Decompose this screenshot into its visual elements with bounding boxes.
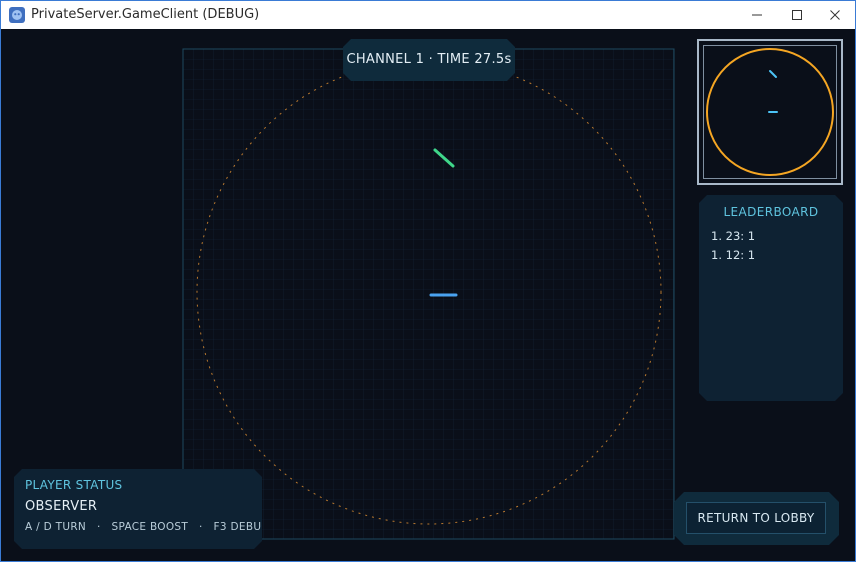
return-to-lobby-button[interactable]: RETURN TO LOBBY bbox=[686, 502, 826, 534]
game-viewport: CHANNEL 1 · TIME 27.5s LEADERBOARD 1. 23… bbox=[1, 29, 855, 561]
game-window: PrivateServer.GameClient (DEBUG) CHANNEL… bbox=[0, 0, 856, 562]
window-title: PrivateServer.GameClient (DEBUG) bbox=[31, 7, 260, 22]
minimap-marker-green bbox=[769, 70, 777, 78]
title-bar: PrivateServer.GameClient (DEBUG) bbox=[1, 1, 855, 29]
return-lobby-frame: RETURN TO LOBBY bbox=[674, 492, 839, 545]
app-icon bbox=[9, 7, 25, 23]
minimap bbox=[697, 39, 843, 185]
leaderboard-entry: 1. 12: 1 bbox=[711, 248, 756, 262]
leaderboard-panel: LEADERBOARD 1. 23: 1 1. 12: 1 bbox=[699, 195, 843, 401]
close-icon bbox=[829, 9, 841, 21]
leaderboard-entry: 1. 23: 1 bbox=[711, 229, 756, 243]
maximize-button[interactable] bbox=[777, 1, 817, 29]
minimize-button[interactable] bbox=[737, 1, 777, 29]
player-status-panel: PLAYER STATUS OBSERVER A / D TURN · SPAC… bbox=[14, 469, 262, 549]
channel-banner: CHANNEL 1 · TIME 27.5s bbox=[343, 39, 515, 81]
channel-time-label: CHANNEL 1 · TIME 27.5s bbox=[346, 52, 512, 67]
maximize-icon bbox=[791, 9, 803, 21]
minimap-canvas bbox=[706, 48, 834, 176]
leaderboard-title: LEADERBOARD bbox=[723, 205, 819, 219]
player-role: OBSERVER bbox=[25, 499, 98, 514]
controls-hint: A / D TURN · SPACE BOOST · F3 DEBUG bbox=[25, 521, 270, 533]
arena-grid bbox=[182, 48, 675, 540]
close-button[interactable] bbox=[815, 1, 855, 29]
return-to-lobby-label: RETURN TO LOBBY bbox=[697, 511, 815, 525]
player-status-title: PLAYER STATUS bbox=[25, 478, 123, 492]
minimize-icon bbox=[751, 9, 763, 21]
